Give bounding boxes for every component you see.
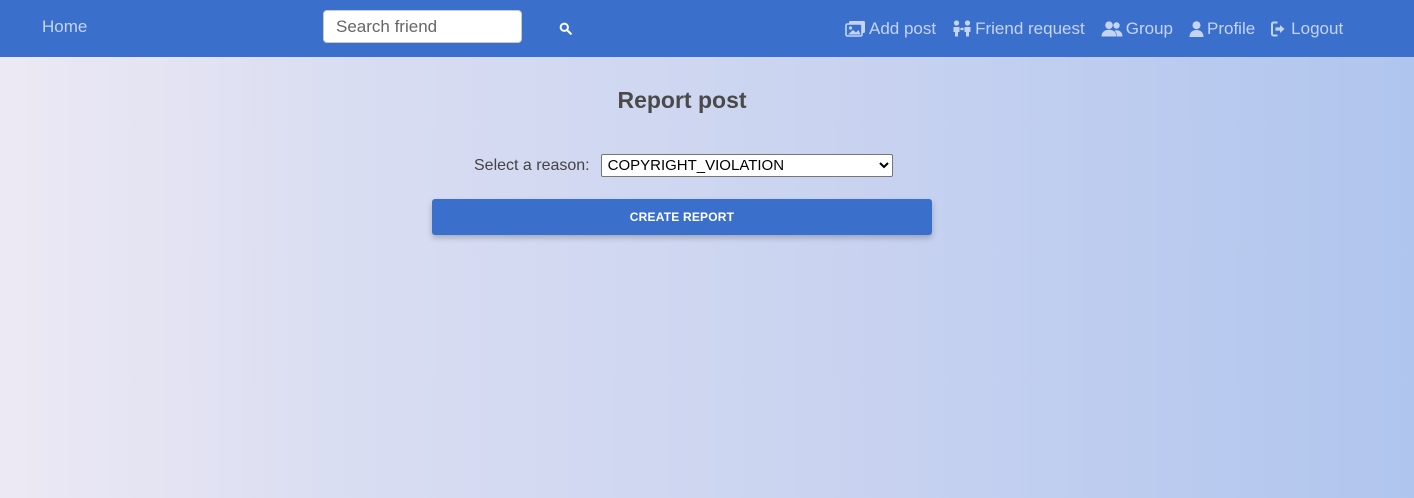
reason-select[interactable]: COPYRIGHT_VIOLATION — [600, 154, 893, 177]
nav-menu: Add post Friend request Group Profile Lo… — [845, 0, 1343, 57]
nav-group-label: Group — [1125, 18, 1173, 38]
reason-label: Select a reason: — [474, 156, 590, 174]
friend-request-icon — [953, 20, 971, 37]
nav-add-post-label: Add post — [869, 18, 937, 38]
group-icon — [1101, 20, 1123, 36]
search-friend-input[interactable] — [323, 10, 522, 43]
page-title: Report post — [617, 87, 747, 113]
search-button[interactable] — [552, 15, 578, 41]
nav-profile[interactable]: Profile — [1189, 19, 1255, 39]
nav-friend-request-label: Friend request — [975, 18, 1085, 38]
home-link[interactable]: Home — [42, 17, 87, 37]
nav-friend-request[interactable]: Friend request — [952, 19, 1085, 39]
navbar: Home Add post Friend requ — [0, 0, 1414, 57]
nav-logout[interactable]: Logout — [1271, 19, 1343, 39]
add-post-icon — [845, 21, 865, 37]
search-icon — [559, 22, 572, 35]
nav-add-post[interactable]: Add post — [845, 19, 936, 39]
nav-logout-label: Logout — [1291, 18, 1344, 38]
create-report-button[interactable]: CREATE REPORT — [432, 199, 932, 235]
reason-row: Select a reason: COPYRIGHT_VIOLATION — [474, 154, 893, 177]
user-icon — [1189, 20, 1204, 37]
logout-icon — [1271, 21, 1285, 36]
nav-profile-label: Profile — [1206, 18, 1256, 38]
nav-group[interactable]: Group — [1101, 19, 1173, 39]
